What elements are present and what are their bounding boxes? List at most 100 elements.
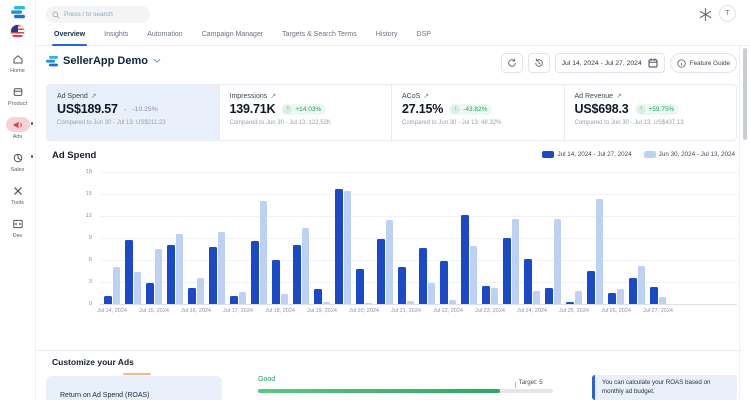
chart-plot [100,172,737,304]
y-axis-label: 15 [46,191,92,197]
history-button[interactable] [528,53,550,73]
bar-current [251,241,259,304]
arrow-down-icon: ↓ [451,105,460,114]
bar-current [566,302,574,304]
kpi-change-badge: ↓-43.82% [449,104,492,115]
kpi-label: Ad Revenue [575,93,614,100]
bar-previous [155,249,163,304]
bar-previous [239,292,247,304]
sales-icon [6,150,30,165]
notification-dot [31,155,34,158]
bar-current [293,245,301,304]
sidebar-item-ads[interactable]: Ads [0,117,35,140]
tab-automation[interactable]: Automation [145,24,184,45]
sellerapp-logo-icon[interactable] [10,6,26,19]
kpi-change: -43.82% [463,106,487,113]
bar-current [314,289,322,304]
gridline [100,172,737,173]
kpi-compare-text: Compared to Jun 30 - Jul 13: 122.52K [230,120,382,126]
legend-swatch [542,151,554,158]
accent-line [123,373,151,375]
sidebar-item-tools[interactable]: Tools [0,183,35,206]
y-axis-label: 0 [46,301,92,307]
kpi-compare-text: Compared to Jun 30 - Jul 13: US$437.13 [575,120,727,126]
bar-previous [218,232,226,304]
bar-previous [659,297,667,304]
tab-targets-search-terms[interactable]: Targets & Search Terms [280,24,359,45]
external-link-icon[interactable]: ↗ [270,92,276,100]
avatar[interactable]: T [719,5,736,22]
sidebar-item-dev[interactable]: Dev [0,216,35,239]
scrollbar-thumb[interactable] [743,48,747,140]
tab-dsp[interactable]: DSP [415,24,433,45]
tab-history[interactable]: History [374,24,400,45]
y-axis-label: 6 [46,257,92,263]
search-box[interactable] [46,6,150,23]
search-icon [52,11,60,19]
kpi-change: +59.75% [649,106,675,113]
history-icon [534,58,544,68]
date-range-picker[interactable]: Jul 14, 2024 - Jul 27, 2024 [555,53,665,73]
section-divider [36,350,742,351]
tab-insights[interactable]: Insights [102,24,130,45]
roas-note-card: You can calculate your ROAS based on mon… [592,375,737,400]
bar-current [146,283,154,304]
legend-item-jun-30-2024-jul-13-2024[interactable]: Jun 30, 2024 - Jul 13, 2024 [644,151,735,158]
y-axis-label: 3 [46,279,92,285]
kpi-card-ad-spend[interactable]: Ad Spend↗US$189.57--10.25%Compared to Ju… [47,85,220,140]
tab-bar: Overview Insights Automation Campaign Manag… [36,24,750,46]
sidebar-item-label: Ads [13,134,22,140]
roas-card-label: Return on Ad Spend (ROAS) [60,392,150,399]
bar-previous [470,246,478,304]
apps-icon[interactable] [698,7,713,22]
marketplace-flag-icon[interactable] [10,24,25,39]
kpi-change-badge: ↑+14.03% [281,104,326,115]
y-axis-label: 12 [46,213,92,219]
bar-previous [197,278,205,304]
tab-overview[interactable]: Overview [52,24,87,45]
bar-previous [323,302,331,304]
account-icon [46,56,58,67]
sidebar-item-sales[interactable]: Sales [0,150,35,173]
roas-card[interactable]: Return on Ad Spend (ROAS) [46,376,222,400]
refresh-button[interactable] [501,53,523,73]
legend-label: Jun 30, 2024 - Jul 13, 2024 [659,151,735,158]
feature-guide-button[interactable]: Feature Guide [670,53,737,73]
kpi-compare-text: Compared to Jun 30 - Jul 13: US$211.23 [57,120,209,126]
bar-current [629,278,637,304]
chart-title: Ad Spend [52,150,96,161]
header-controls: Jul 14, 2024 - Jul 27, 2024 Feature Guid… [501,53,737,73]
x-axis-label: Jul 27, 2024 [633,308,683,314]
account-name: SellerApp Demo [63,55,148,67]
external-link-icon[interactable]: ↗ [616,92,622,100]
bar-current [209,247,217,304]
bar-current [188,288,196,304]
gridline [100,194,737,195]
sidebar-item-label: Tools [11,200,24,206]
kpi-row: Ad Spend↗US$189.57--10.25%Compared to Ju… [46,84,737,141]
sidebar-item-product[interactable]: Product [0,84,35,107]
search-input[interactable] [64,11,144,18]
kpi-card-acos[interactable]: ACoS↗27.15%↓-43.82%Compared to Jun 30 - … [392,85,565,140]
kpi-card-impressions[interactable]: Impressions↗139.71K↑+14.03%Compared to J… [220,85,393,140]
arrow-up-icon: ↑ [637,105,646,114]
roas-progress-track: Target: 5 [258,389,553,393]
sidebar-item-label: Home [10,68,25,74]
external-link-icon[interactable]: ↗ [91,92,97,100]
legend-item-jul-14-2024-jul-27-2024[interactable]: Jul 14, 2024 - Jul 27, 2024 [542,151,631,158]
bar-current [461,215,469,304]
kpi-card-ad-revenue[interactable]: Ad Revenue↗US$698.3↑+59.75%Compared to J… [565,85,737,140]
bar-previous [386,220,394,304]
account-switcher[interactable]: SellerApp Demo [46,55,161,67]
bar-previous [533,291,541,304]
tab-campaign-manager[interactable]: Campaign Manager [200,24,265,45]
bar-previous [491,288,499,304]
kpi-value: 27.15% [402,102,443,116]
gridline [100,304,737,305]
chart-section: Ad Spend Jul 14, 2024 - Jul 27, 2024 Jun … [46,146,737,344]
legend-label: Jul 14, 2024 - Jul 27, 2024 [557,151,631,158]
bar-previous [281,294,289,304]
sidebar-item-home[interactable]: Home [0,51,35,74]
roas-progress-fill [258,389,500,393]
external-link-icon[interactable]: ↗ [423,92,429,100]
